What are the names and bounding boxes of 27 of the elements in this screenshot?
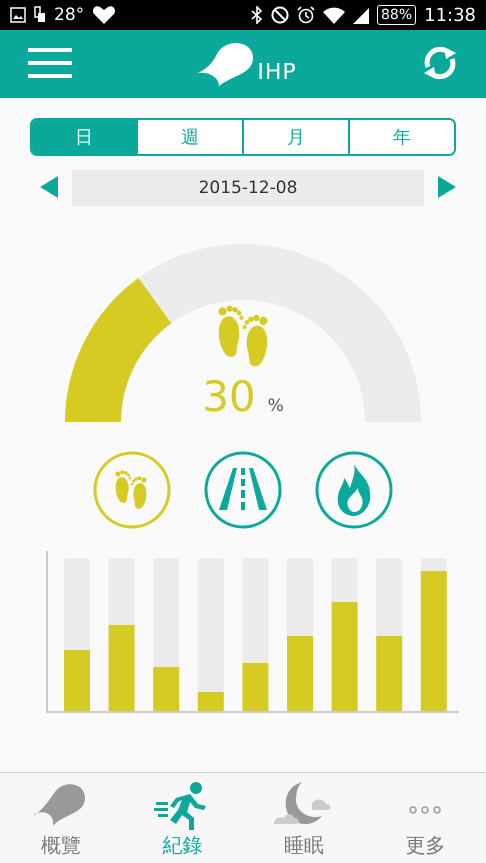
nav-tab[interactable]: 概覽 — [0, 773, 122, 863]
period-tab[interactable]: 月 — [242, 120, 348, 154]
leaf-logo-icon — [195, 40, 256, 88]
nav-tab[interactable]: 睡眠 — [243, 773, 364, 863]
percent-value: 30 — [202, 376, 256, 418]
heart-icon — [92, 5, 116, 25]
date-field[interactable]: 2015-12-08 — [72, 170, 424, 206]
signal-icon — [353, 6, 369, 24]
bluetooth-icon — [251, 6, 263, 24]
blocked-icon — [271, 6, 289, 24]
wifi-icon — [323, 6, 345, 24]
battery-indicator: 88% — [377, 5, 416, 25]
nav-tab[interactable]: 紀錄 — [122, 773, 243, 863]
next-button[interactable] — [436, 176, 456, 200]
image-icon — [10, 7, 26, 23]
temperature-text: 28° — [54, 5, 84, 25]
logo-text: IHP — [257, 62, 297, 84]
phone-icon — [34, 6, 46, 24]
period-tab[interactable]: 週 — [136, 120, 242, 154]
nav-tab[interactable]: 更多 — [364, 773, 486, 863]
percent-unit: % — [268, 396, 284, 416]
period-tab[interactable]: 年 — [348, 120, 454, 154]
previous-button[interactable] — [40, 176, 60, 200]
more-icon — [409, 806, 442, 814]
period-tab[interactable]: 日 — [32, 120, 136, 154]
clock-time: 11:38 — [424, 4, 476, 26]
alarm-icon — [297, 6, 315, 24]
